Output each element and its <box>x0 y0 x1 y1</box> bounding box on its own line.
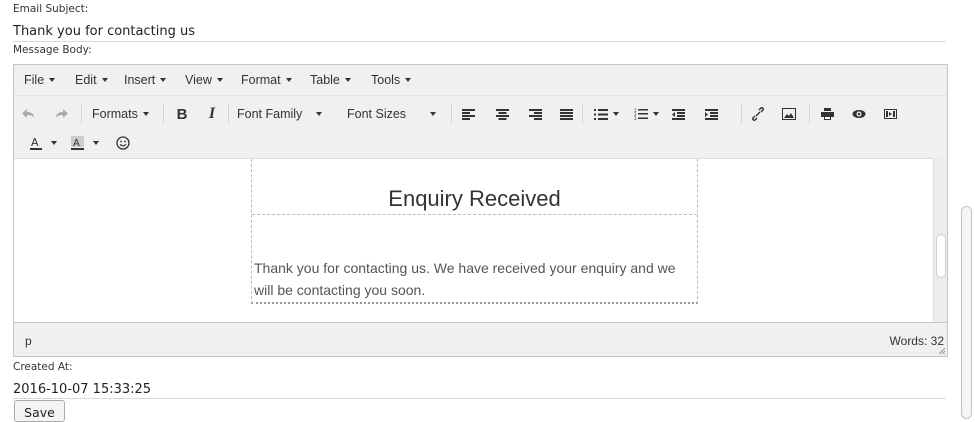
chevron-down-icon <box>405 78 412 82</box>
numbered-list-button[interactable]: 123 <box>630 104 662 124</box>
editor-content[interactable]: Enquiry Received Thank you for contactin… <box>14 158 933 322</box>
image-icon <box>782 108 796 120</box>
menu-tools[interactable]: Tools <box>371 73 412 87</box>
toolbar-separator <box>163 104 164 124</box>
media-button[interactable] <box>880 104 900 124</box>
preview-button[interactable] <box>849 104 869 124</box>
chevron-down-icon <box>142 112 149 116</box>
chevron-down-icon <box>93 141 99 145</box>
divider <box>13 398 946 399</box>
page-scrollbar-thumb[interactable] <box>961 206 972 419</box>
bold-button[interactable]: B <box>172 104 192 124</box>
background-color-button[interactable]: A <box>69 133 101 153</box>
align-justify-button[interactable] <box>556 104 576 124</box>
background-color-icon: A <box>71 136 84 150</box>
numbered-list-icon: 123 <box>634 108 648 120</box>
chevron-down-icon <box>652 112 659 116</box>
undo-button[interactable] <box>20 104 38 124</box>
chevron-down-icon <box>612 112 619 116</box>
chevron-down-icon <box>101 78 108 82</box>
align-left-button[interactable] <box>458 104 478 124</box>
outdent-icon <box>671 108 685 120</box>
toolbar-separator <box>451 104 452 124</box>
align-right-button[interactable] <box>525 104 545 124</box>
editor-statusbar: p Words: 32 <box>14 322 947 356</box>
indent-icon <box>704 108 718 120</box>
chevron-down-icon <box>430 112 437 116</box>
page-scrollbar[interactable] <box>958 0 975 419</box>
bullet-list-icon <box>593 108 608 120</box>
print-icon <box>820 108 834 120</box>
toolbar-separator <box>582 104 583 124</box>
chevron-down-icon <box>344 78 351 82</box>
table-row-divider <box>252 214 697 215</box>
content-table: Enquiry Received Thank you for contactin… <box>251 159 698 304</box>
text-color-button[interactable]: A <box>28 133 58 153</box>
eye-icon <box>852 110 866 118</box>
toolbar-separator <box>228 104 229 124</box>
emoticons-button[interactable] <box>114 133 132 153</box>
align-right-icon <box>528 108 542 120</box>
menu-insert[interactable]: Insert <box>124 73 167 87</box>
undo-icon <box>22 109 34 118</box>
toolbar-separator <box>81 104 82 124</box>
formats-dropdown[interactable]: Formats <box>92 104 149 124</box>
menu-file[interactable]: File <box>24 73 56 87</box>
resize-handle-icon[interactable] <box>938 347 946 355</box>
created-at-label: Created At: <box>13 361 73 373</box>
menu-view[interactable]: View <box>185 73 223 87</box>
font-family-dropdown[interactable]: Font Family <box>237 104 323 124</box>
rich-text-editor: File Edit Insert View Format Table Tools… <box>13 64 948 357</box>
menu-format[interactable]: Format <box>241 73 292 87</box>
italic-button[interactable]: I <box>202 104 222 124</box>
text-color-icon: A <box>29 136 42 150</box>
print-button[interactable] <box>817 104 837 124</box>
menu-edit[interactable]: Edit <box>75 73 108 87</box>
toolbar-separator <box>741 104 742 124</box>
content-heading: Enquiry Received <box>388 186 561 211</box>
editor-scrollbar[interactable] <box>933 158 947 322</box>
outdent-button[interactable] <box>668 104 688 124</box>
chevron-down-icon <box>216 78 223 82</box>
svg-text:3: 3 <box>634 116 637 120</box>
menu-table[interactable]: Table <box>310 73 351 87</box>
align-center-icon <box>495 108 509 120</box>
email-subject-value[interactable]: Thank you for contacting us <box>13 24 195 39</box>
chevron-down-icon <box>50 141 57 145</box>
chevron-down-icon <box>316 112 323 116</box>
media-icon <box>883 109 897 119</box>
align-justify-icon <box>559 108 573 120</box>
word-count: Words: 32 <box>889 334 944 348</box>
redo-icon <box>56 109 68 118</box>
svg-text:A: A <box>73 138 80 149</box>
email-subject-label: Email Subject: <box>13 3 89 15</box>
svg-text:A: A <box>31 136 39 149</box>
divider <box>13 41 946 42</box>
element-path[interactable]: p <box>25 334 32 348</box>
font-sizes-dropdown[interactable]: Font Sizes <box>347 104 437 124</box>
align-left-icon <box>461 108 475 120</box>
chevron-down-icon <box>285 78 292 82</box>
content-paragraph: Thank you for contacting us. We have rec… <box>254 260 676 298</box>
toolbar-separator <box>809 104 810 124</box>
insert-image-button[interactable] <box>779 104 799 124</box>
align-center-button[interactable] <box>492 104 512 124</box>
smiley-icon <box>116 136 130 150</box>
editor-menubar: File Edit Insert View Format Table Tools <box>14 65 947 96</box>
message-body-label: Message Body: <box>13 44 92 56</box>
chevron-down-icon <box>160 78 167 82</box>
bullet-list-button[interactable] <box>590 104 622 124</box>
redo-button[interactable] <box>52 104 70 124</box>
chevron-down-icon <box>49 78 56 82</box>
editor-scrollbar-thumb[interactable] <box>936 234 946 278</box>
link-icon <box>752 107 764 121</box>
indent-button[interactable] <box>701 104 721 124</box>
created-at-value: 2016-10-07 15:33:25 <box>13 382 152 397</box>
insert-link-button[interactable] <box>748 104 768 124</box>
